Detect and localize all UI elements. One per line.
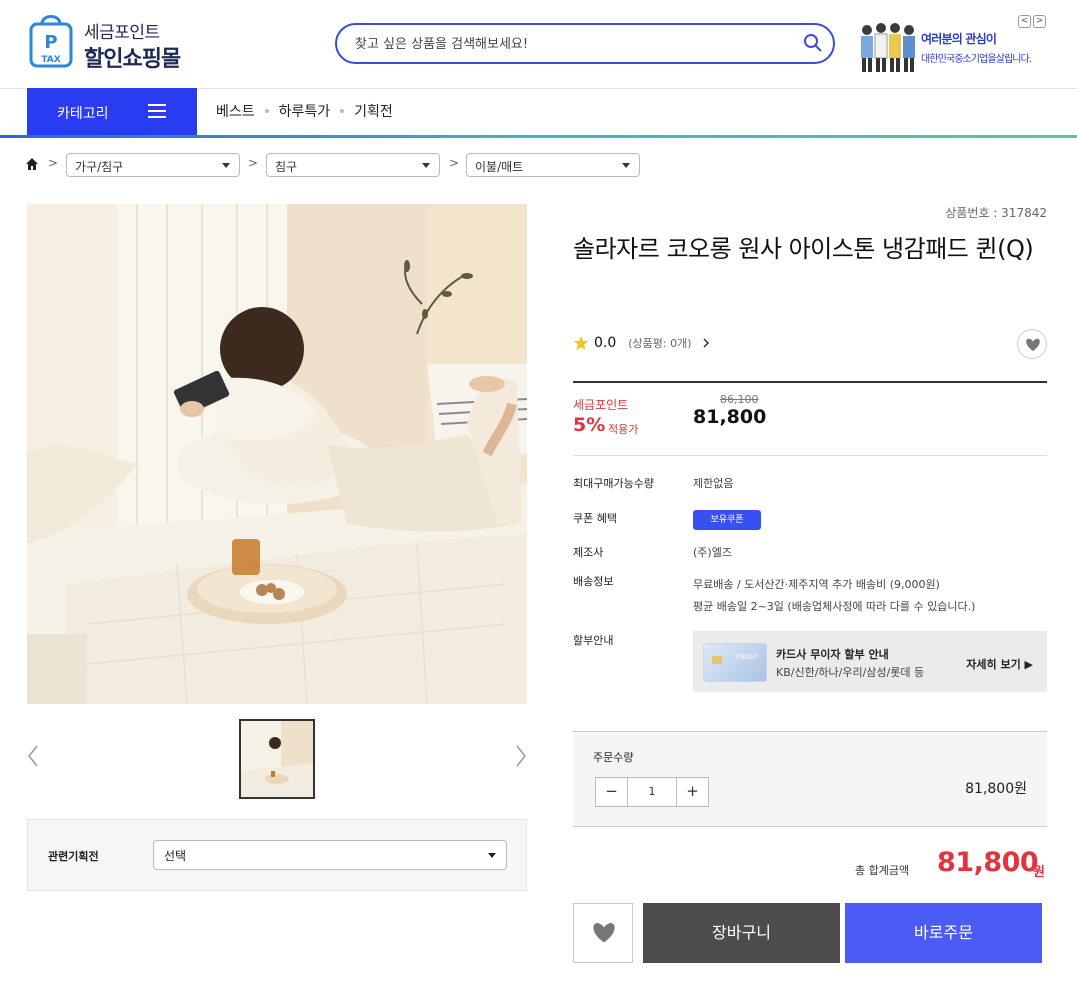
dropdown-caret-icon xyxy=(222,163,230,168)
max-qty-label: 최대구매가능수량 xyxy=(573,477,654,490)
sale-price: 81,800 xyxy=(693,406,767,428)
product-number: 상품번호 : 317842 xyxy=(945,206,1047,220)
logo[interactable]: P TAX 세금포인트 할인쇼핑몰 xyxy=(28,10,203,72)
related-exhibition-select-value: 선택 xyxy=(164,849,187,863)
svg-text:P: P xyxy=(44,32,57,53)
wishlist-button[interactable] xyxy=(573,903,633,963)
installment-more-link[interactable]: 자세히 보기 ▶ xyxy=(966,656,1033,672)
quantity-decrease-button[interactable]: − xyxy=(596,778,627,806)
add-to-cart-button[interactable]: 장바구니 xyxy=(643,903,840,963)
review-count: (상품평: 0개) xyxy=(628,337,692,350)
total-amount: 81,800 xyxy=(937,847,1039,878)
logo-title: 할인쇼핑몰 xyxy=(84,47,181,72)
heart-icon xyxy=(593,923,615,943)
line-amount: 81,800원 xyxy=(965,781,1027,797)
breadcrumb-level3-value: 이불/매트 xyxy=(475,160,524,174)
maker-value: (주)엘즈 xyxy=(693,546,732,559)
installment-card-banner[interactable]: CREDIT 카드사 무이자 할부 안내 KB/신한/하나/우리/삼성/롯데 등… xyxy=(693,631,1047,692)
banner-next-button[interactable]: > xyxy=(1033,15,1046,28)
banner-subline: 대한민국중소기업을살립니다. xyxy=(921,54,1032,65)
nav-item-daily-deal[interactable]: 하루특가 xyxy=(279,101,331,121)
quantity-label: 주문수량 xyxy=(593,751,634,764)
dropdown-caret-icon xyxy=(622,163,630,168)
logo-subtitle: 세금포인트 xyxy=(84,23,160,43)
breadcrumb-chevron-icon: > xyxy=(48,156,59,170)
installment-label: 할부안내 xyxy=(573,634,614,647)
credit-card-text: CREDIT xyxy=(736,654,759,661)
tax-point-apply-label: 적용가 xyxy=(608,423,639,436)
quantity-stepper: − 1 + xyxy=(595,777,709,807)
order-quantity-box: 주문수량 − 1 + 81,800원 xyxy=(573,731,1047,827)
related-exhibition-select[interactable]: 선택 xyxy=(153,840,507,870)
total-unit: 원 xyxy=(1033,865,1045,880)
quantity-increase-button[interactable]: + xyxy=(677,778,708,806)
product-title: 솔라자르 코오롱 원사 아이스톤 냉감패드 퀸(Q) xyxy=(573,235,1034,263)
quantity-input[interactable]: 1 xyxy=(627,778,677,806)
nav-separator xyxy=(264,109,269,113)
dropdown-caret-icon xyxy=(422,163,430,168)
tax-point-percent: 5% xyxy=(573,414,606,436)
nav-separator xyxy=(340,109,345,113)
product-main-image xyxy=(27,204,527,704)
search-bar xyxy=(335,23,835,64)
people-illustration-icon xyxy=(861,23,915,72)
breadcrumb-level2-value: 침구 xyxy=(275,160,298,174)
nav-item-best[interactable]: 베스트 xyxy=(216,101,255,121)
breadcrumb-select-level2[interactable]: 침구 xyxy=(266,153,440,177)
svg-text:TAX: TAX xyxy=(41,55,60,65)
banner-headline: 여러분의 관심이 xyxy=(921,32,997,46)
search-input[interactable] xyxy=(355,33,785,55)
installment-card-list: KB/신한/하나/우리/삼성/롯데 등 xyxy=(776,666,925,679)
rating-score: 0.0 xyxy=(594,335,617,351)
breadcrumb-level1-value: 가구/침구 xyxy=(75,160,124,174)
max-qty-value: 제한없음 xyxy=(693,477,734,490)
product-thumbnail[interactable] xyxy=(239,719,315,799)
installment-title: 카드사 무이자 할부 안내 xyxy=(776,648,889,661)
banner-prev-button[interactable]: < xyxy=(1018,15,1031,28)
main-nav: 베스트 하루특가 기획전 xyxy=(216,101,393,121)
related-exhibition-label: 관련기획전 xyxy=(48,850,99,863)
nav-gradient-divider xyxy=(0,135,1077,138)
category-label: 카테고리 xyxy=(57,106,109,122)
total-label: 총 합계금액 xyxy=(855,864,910,877)
wishlist-toggle-button[interactable] xyxy=(1017,329,1047,359)
buy-now-button[interactable]: 바로주문 xyxy=(845,903,1042,963)
image-prev-chevron-icon[interactable] xyxy=(27,744,39,768)
star-icon xyxy=(574,336,588,350)
coupon-label: 쿠폰 혜택 xyxy=(573,512,617,525)
price-divider xyxy=(573,381,1047,383)
shipping-days-info: 평균 배송일 2~3일 (배송업체사정에 따라 다를 수 있습니다.) xyxy=(693,600,976,613)
nav-item-exhibition[interactable]: 기획전 xyxy=(354,101,393,121)
category-menu-button[interactable]: 카테고리 xyxy=(27,88,197,136)
image-next-chevron-icon[interactable] xyxy=(515,744,527,768)
tax-point-label: 세금포인트 xyxy=(573,398,629,412)
heart-icon xyxy=(1026,338,1040,351)
promo-banner[interactable]: 여러분의 관심이 대한민국중소기업을살립니다. xyxy=(857,20,1047,74)
rating-summary[interactable]: 0.0 (상품평: 0개) xyxy=(573,335,710,351)
hamburger-icon xyxy=(148,104,166,118)
dropdown-caret-icon xyxy=(488,853,496,858)
home-icon[interactable] xyxy=(26,158,38,170)
credit-card-icon: CREDIT xyxy=(703,643,767,682)
breadcrumb-chevron-icon: > xyxy=(449,156,460,170)
search-icon[interactable] xyxy=(803,33,823,53)
maker-label: 제조사 xyxy=(573,546,604,559)
breadcrumb-chevron-icon: > xyxy=(248,156,259,170)
related-exhibition-box: 관련기획전 선택 xyxy=(27,819,527,891)
shipping-label: 배송정보 xyxy=(573,575,614,588)
info-divider xyxy=(573,455,1047,456)
original-price: 86,100 xyxy=(720,393,759,406)
breadcrumb-select-level3[interactable]: 이불/매트 xyxy=(466,153,640,177)
breadcrumb-select-level1[interactable]: 가구/침구 xyxy=(66,153,240,177)
shipping-fee-info: 무료배송 / 도서산간·제주지역 추가 배송비 (9,000원) xyxy=(693,578,940,591)
shopping-bag-icon: P TAX xyxy=(29,15,73,68)
coupon-badge-button[interactable]: 보유쿠폰 xyxy=(693,510,761,530)
chevron-right-icon xyxy=(703,338,709,348)
